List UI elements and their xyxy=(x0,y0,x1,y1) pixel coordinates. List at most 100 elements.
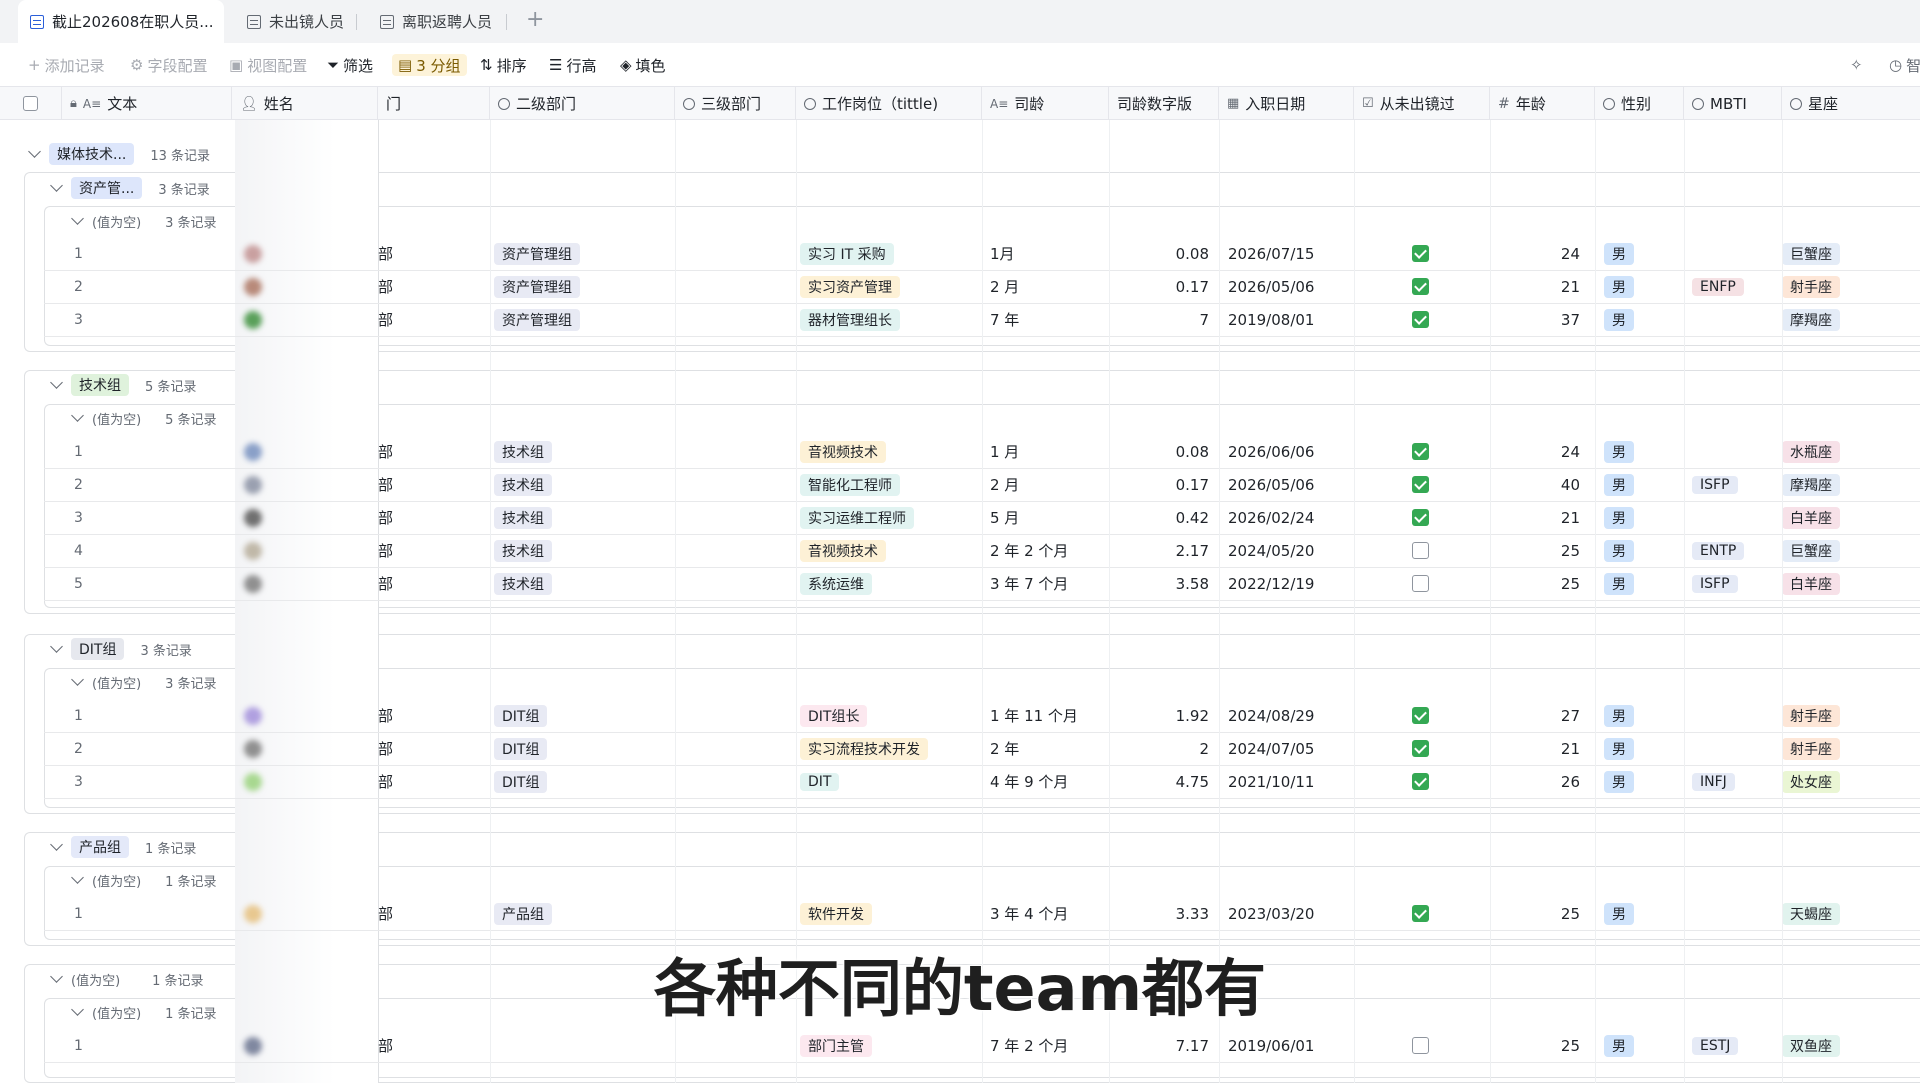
add-tab-button[interactable]: + xyxy=(526,9,544,31)
cell-mbti[interactable] xyxy=(1692,897,1772,930)
cell-dept1[interactable]: 部 xyxy=(378,237,478,270)
cell-age[interactable]: 25 xyxy=(1500,897,1580,930)
cell-tenure-num[interactable]: 2 xyxy=(1109,732,1209,765)
cell-sign[interactable]: 巨蟹座 xyxy=(1782,534,1882,567)
cell-never-on-camera[interactable] xyxy=(1412,468,1442,501)
cell-tenure-num[interactable]: 1.92 xyxy=(1109,699,1209,732)
cell-dept1[interactable]: 部 xyxy=(378,435,478,468)
cell-sign[interactable]: 水瓶座 xyxy=(1782,435,1882,468)
cell-tenure[interactable]: 7 年 xyxy=(990,303,1110,336)
header-text[interactable]: 🔒︎ A≡ 文本 xyxy=(62,87,232,120)
cell-dept1[interactable]: 部 xyxy=(378,468,478,501)
sort-button[interactable]: ⇅ 排序 xyxy=(480,54,527,76)
cell-tenure[interactable]: 3 年 7 个月 xyxy=(990,567,1110,600)
header-dept2[interactable]: 二级部门 xyxy=(490,87,675,120)
cell-age[interactable]: 21 xyxy=(1500,270,1580,303)
cell-join-date[interactable]: 2022/12/19 xyxy=(1228,567,1348,600)
cell-job[interactable]: 音视频技术 xyxy=(800,534,980,567)
group-header-l1[interactable]: 媒体技术... 13 条记录 xyxy=(28,140,210,168)
cell-dept2[interactable]: DIT组 xyxy=(494,699,674,732)
checked-checkbox[interactable] xyxy=(1412,740,1429,757)
header-dept3[interactable]: 三级部门 xyxy=(675,87,796,120)
checked-checkbox[interactable] xyxy=(1412,443,1429,460)
header-sign[interactable]: 星座 xyxy=(1782,87,1920,120)
sparkle-button[interactable]: ✧ xyxy=(1850,54,1863,76)
group-header-l2[interactable]: DIT组 3 条记录 xyxy=(50,635,192,663)
cell-tenure-num[interactable]: 0.08 xyxy=(1109,237,1209,270)
cell-dept2[interactable]: 技术组 xyxy=(494,534,674,567)
cell-age[interactable]: 40 xyxy=(1500,468,1580,501)
cell-join-date[interactable]: 2026/02/24 xyxy=(1228,501,1348,534)
checked-checkbox[interactable] xyxy=(1412,509,1429,526)
cell-mbti[interactable]: ISFP xyxy=(1692,567,1772,600)
cell-age[interactable]: 25 xyxy=(1500,534,1580,567)
cell-tenure-num[interactable]: 0.17 xyxy=(1109,468,1209,501)
cell-tenure-num[interactable]: 0.42 xyxy=(1109,501,1209,534)
cell-never-on-camera[interactable] xyxy=(1412,501,1442,534)
group-header-l3[interactable]: (值为空) 3 条记录 xyxy=(71,668,217,696)
cell-dept1[interactable]: 部 xyxy=(378,732,478,765)
cell-dept2[interactable]: 技术组 xyxy=(494,468,674,501)
cell-mbti[interactable]: INFJ xyxy=(1692,765,1772,798)
cell-dept2[interactable]: DIT组 xyxy=(494,732,674,765)
checked-checkbox[interactable] xyxy=(1412,476,1429,493)
header-tenure-num[interactable]: 司龄数字版 xyxy=(1109,87,1219,120)
cell-mbti[interactable] xyxy=(1692,699,1772,732)
cell-gender[interactable]: 男 xyxy=(1604,501,1664,534)
cell-job[interactable]: 部门主管 xyxy=(800,1029,980,1062)
cell-tenure[interactable]: 5 月 xyxy=(990,501,1110,534)
cell-job[interactable]: 智能化工程师 xyxy=(800,468,980,501)
cell-dept2[interactable] xyxy=(494,1029,674,1062)
cell-age[interactable]: 21 xyxy=(1500,501,1580,534)
cell-tenure[interactable]: 1 月 xyxy=(990,435,1110,468)
cell-job[interactable]: 系统运维 xyxy=(800,567,980,600)
cell-tenure-num[interactable]: 3.58 xyxy=(1109,567,1209,600)
cell-tenure-num[interactable]: 4.75 xyxy=(1109,765,1209,798)
cell-gender[interactable]: 男 xyxy=(1604,567,1664,600)
tab-rehired[interactable]: 离职返聘人员 xyxy=(380,0,492,43)
checked-checkbox[interactable] xyxy=(1412,773,1429,790)
smart-button[interactable]: ◷ 智 xyxy=(1889,54,1920,76)
cell-age[interactable]: 37 xyxy=(1500,303,1580,336)
cell-tenure[interactable]: 4 年 9 个月 xyxy=(990,765,1110,798)
select-all-checkbox[interactable] xyxy=(23,96,38,111)
header-never-on-camera[interactable]: ☑ 从未出镜过 xyxy=(1354,87,1490,120)
cell-join-date[interactable]: 2024/08/29 xyxy=(1228,699,1348,732)
group-header-l3[interactable]: (值为空) 3 条记录 xyxy=(71,207,217,235)
cell-dept2[interactable]: DIT组 xyxy=(494,765,674,798)
cell-mbti[interactable]: ESTJ xyxy=(1692,1029,1772,1062)
cell-gender[interactable]: 男 xyxy=(1604,435,1664,468)
cell-mbti[interactable] xyxy=(1692,237,1772,270)
cell-tenure[interactable]: 2 年 xyxy=(990,732,1110,765)
cell-gender[interactable]: 男 xyxy=(1604,534,1664,567)
cell-tenure-num[interactable]: 3.33 xyxy=(1109,897,1209,930)
group-header-l2[interactable]: 资产管... 3 条记录 xyxy=(50,174,210,202)
cell-tenure[interactable]: 2 年 2 个月 xyxy=(990,534,1110,567)
cell-dept2[interactable]: 技术组 xyxy=(494,567,674,600)
cell-never-on-camera[interactable] xyxy=(1412,732,1442,765)
header-gender[interactable]: 性别 xyxy=(1595,87,1684,120)
view-config-button[interactable]: ▣ 视图配置 xyxy=(229,54,307,76)
cell-age[interactable]: 27 xyxy=(1500,699,1580,732)
group-header-l2[interactable]: 技术组 5 条记录 xyxy=(50,371,196,399)
cell-dept1[interactable]: 部 xyxy=(378,765,478,798)
cell-mbti[interactable] xyxy=(1692,501,1772,534)
cell-gender[interactable]: 男 xyxy=(1604,699,1664,732)
cell-dept1[interactable]: 部 xyxy=(378,534,478,567)
cell-tenure-num[interactable]: 7 xyxy=(1109,303,1209,336)
cell-tenure-num[interactable]: 0.17 xyxy=(1109,270,1209,303)
cell-dept2[interactable]: 技术组 xyxy=(494,435,674,468)
cell-gender[interactable]: 男 xyxy=(1604,237,1664,270)
header-job[interactable]: 工作岗位（tittle) xyxy=(796,87,982,120)
header-dept1[interactable]: 门 xyxy=(378,87,490,120)
checked-checkbox[interactable] xyxy=(1412,905,1429,922)
cell-gender[interactable]: 男 xyxy=(1604,732,1664,765)
cell-tenure-num[interactable]: 0.08 xyxy=(1109,435,1209,468)
cell-job[interactable]: 实习运维工程师 xyxy=(800,501,980,534)
cell-gender[interactable]: 男 xyxy=(1604,468,1664,501)
add-record-button[interactable]: + 添加记录 xyxy=(28,54,105,76)
header-mbti[interactable]: MBTI xyxy=(1684,87,1782,120)
header-join-date[interactable]: ▦ 入职日期 xyxy=(1219,87,1354,120)
cell-join-date[interactable]: 2021/10/11 xyxy=(1228,765,1348,798)
cell-job[interactable]: 实习 IT 采购 xyxy=(800,237,980,270)
